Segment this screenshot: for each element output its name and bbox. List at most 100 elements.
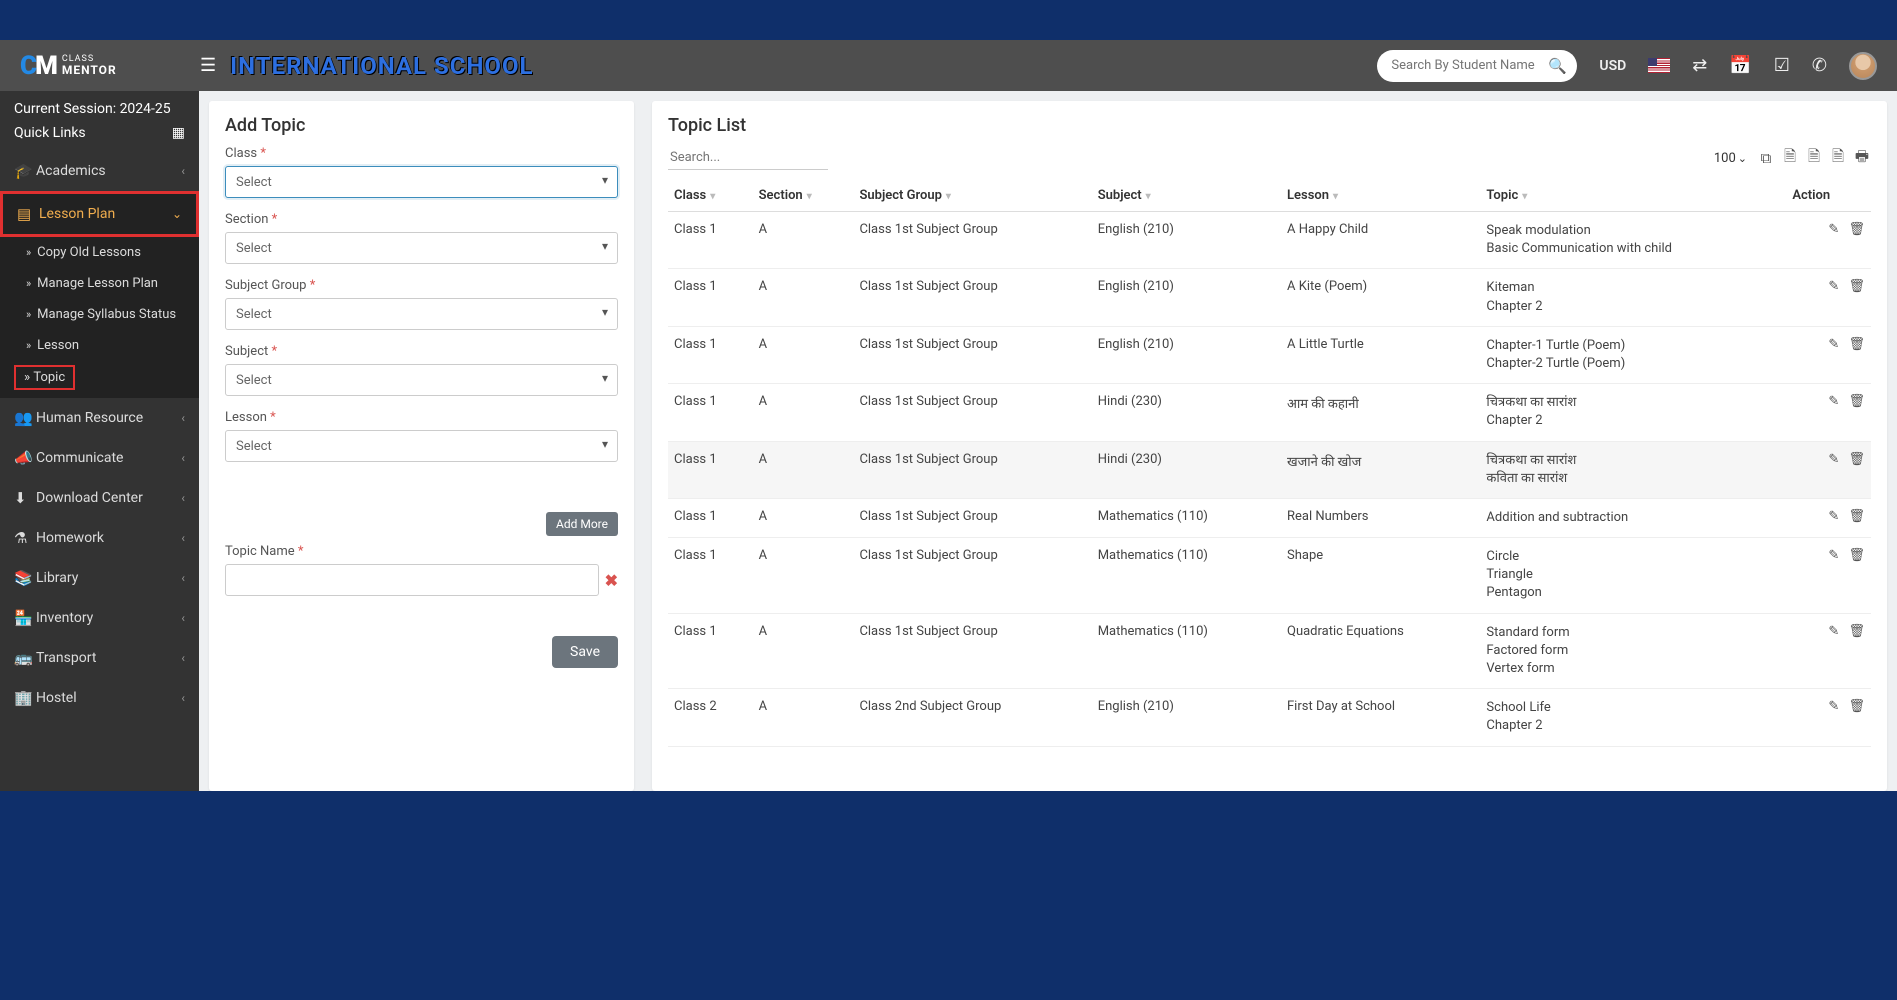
submenu-manage-syllabus-status[interactable]: »Manage Syllabus Status [0, 299, 199, 330]
edit-icon[interactable]: ✎ [1828, 279, 1839, 294]
chevron-left-icon: ‹ [181, 691, 185, 705]
remove-topic-icon[interactable]: ✖ [605, 571, 618, 590]
col-class[interactable]: Class▾ [668, 180, 753, 212]
task-check-icon[interactable]: ☑ [1774, 55, 1790, 76]
download-icon: ⬇ [14, 489, 36, 507]
sidebar-item-library[interactable]: 📚Library‹ [0, 558, 199, 598]
school-name: INTERNATIONAL SCHOOL [230, 52, 533, 80]
delete-icon[interactable]: 🗑 [1848, 509, 1865, 524]
edit-icon[interactable]: ✎ [1828, 452, 1839, 467]
sidebar-item-lesson-plan[interactable]: ▤ Lesson Plan ⌄ [3, 194, 196, 234]
session-label: Current Session: 2024-25 [0, 91, 199, 121]
flask-icon: ⚗ [14, 529, 36, 547]
sidebar: Current Session: 2024-25 Quick Links ▦ 🎓… [0, 91, 199, 791]
sidebar-item-communicate[interactable]: 📣Communicate‹ [0, 438, 199, 478]
table-row: Class 1 A Class 1st Subject Group Mathem… [668, 613, 1871, 689]
subject-group-select[interactable]: Select [225, 298, 618, 330]
transfer-icon[interactable]: ⇄ [1692, 55, 1707, 76]
delete-icon[interactable]: 🗑 [1848, 279, 1865, 294]
people-icon: 👥 [14, 409, 36, 427]
logo[interactable]: CM CLASS MENTOR [20, 51, 200, 81]
search-icon[interactable]: 🔍 [1545, 54, 1569, 78]
book-icon: 📚 [14, 569, 36, 587]
topic-list-title: Topic List [652, 101, 1887, 146]
col-topic[interactable]: Topic▾ [1480, 180, 1786, 212]
chevron-left-icon: ‹ [181, 611, 185, 625]
col-lesson[interactable]: Lesson▾ [1281, 180, 1480, 212]
edit-icon[interactable]: ✎ [1828, 222, 1839, 237]
table-row: Class 1 A Class 1st Subject Group Mathem… [668, 538, 1871, 614]
save-button[interactable]: Save [552, 636, 618, 668]
csv-export-icon[interactable]: 🗎 [1805, 149, 1823, 167]
section-label: Section * [225, 212, 618, 227]
double-chevron-icon: » [26, 339, 31, 352]
submenu-manage-lesson-plan[interactable]: »Manage Lesson Plan [0, 268, 199, 299]
excel-export-icon[interactable]: 🗎 [1781, 149, 1799, 167]
topic-name-input[interactable] [225, 564, 599, 596]
page-size-selector[interactable]: 100 ⌄ [1714, 151, 1747, 166]
edit-icon[interactable]: ✎ [1828, 624, 1839, 639]
sidebar-item-human-resource[interactable]: 👥Human Resource‹ [0, 398, 199, 438]
sidebar-item-academics[interactable]: 🎓 Academics ‹ [0, 151, 199, 191]
submenu-lesson[interactable]: »Lesson [0, 330, 199, 361]
section-select[interactable]: Select [225, 232, 618, 264]
delete-icon[interactable]: 🗑 [1848, 624, 1865, 639]
sidebar-item-inventory[interactable]: 🏪Inventory‹ [0, 598, 199, 638]
locale-flag-icon[interactable] [1648, 58, 1670, 73]
sidebar-item-transport[interactable]: 🚌Transport‹ [0, 638, 199, 678]
subject-group-label: Subject Group * [225, 278, 618, 293]
student-search[interactable]: 🔍 [1377, 50, 1577, 82]
submenu-topic[interactable]: » Topic [14, 365, 75, 390]
quick-links[interactable]: Quick Links ▦ [0, 121, 199, 151]
table-row: Class 1 A Class 1st Subject Group Englis… [668, 326, 1871, 383]
bus-icon: 🚌 [14, 649, 36, 667]
copy-icon[interactable]: ⧉ [1757, 149, 1775, 167]
add-more-button[interactable]: Add More [546, 512, 618, 536]
hamburger-icon[interactable]: ☰ [200, 55, 216, 76]
print-icon[interactable]: 🖶 [1853, 149, 1871, 167]
building-icon: 🏢 [14, 689, 36, 707]
sidebar-item-hostel[interactable]: 🏢Hostel‹ [0, 678, 199, 718]
subject-select[interactable]: Select [225, 364, 618, 396]
edit-icon[interactable]: ✎ [1828, 337, 1839, 352]
user-avatar[interactable] [1849, 52, 1877, 80]
list-icon: ▤ [17, 205, 39, 223]
sidebar-item-download-center[interactable]: ⬇Download Center‹ [0, 478, 199, 518]
calendar-icon[interactable]: 📅 [1729, 55, 1751, 76]
table-row: Class 1 A Class 1st Subject Group Hindi … [668, 441, 1871, 498]
edit-icon[interactable]: ✎ [1828, 548, 1839, 563]
currency-selector[interactable]: USD [1599, 58, 1626, 74]
content-area: Add Topic Class * Select Section * Selec… [199, 91, 1897, 791]
chevron-left-icon: ‹ [181, 651, 185, 665]
col-subject[interactable]: Subject▾ [1092, 180, 1281, 212]
whatsapp-icon[interactable]: ✆ [1812, 55, 1827, 76]
lesson-select[interactable]: Select [225, 430, 618, 462]
class-select[interactable]: Select [225, 166, 618, 198]
col-section[interactable]: Section▾ [753, 180, 854, 212]
class-label: Class * [225, 146, 618, 161]
grid-icon[interactable]: ▦ [172, 125, 185, 141]
col-subject-group[interactable]: Subject Group▾ [853, 180, 1091, 212]
delete-icon[interactable]: 🗑 [1848, 337, 1865, 352]
delete-icon[interactable]: 🗑 [1848, 699, 1865, 714]
add-topic-panel: Add Topic Class * Select Section * Selec… [209, 101, 634, 791]
sidebar-item-homework[interactable]: ⚗Homework‹ [0, 518, 199, 558]
double-chevron-icon: » [26, 308, 31, 321]
delete-icon[interactable]: 🗑 [1848, 222, 1865, 237]
edit-icon[interactable]: ✎ [1828, 509, 1839, 524]
megaphone-icon: 📣 [14, 449, 36, 467]
list-search-input[interactable] [668, 146, 828, 170]
delete-icon[interactable]: 🗑 [1848, 394, 1865, 409]
bottom-navy-bar [0, 791, 1897, 1000]
graduation-cap-icon: 🎓 [14, 162, 36, 180]
delete-icon[interactable]: 🗑 [1848, 452, 1865, 467]
edit-icon[interactable]: ✎ [1828, 699, 1839, 714]
top-navy-bar [0, 0, 1897, 40]
table-row: Class 1 A Class 1st Subject Group Hindi … [668, 384, 1871, 441]
delete-icon[interactable]: 🗑 [1848, 548, 1865, 563]
pdf-export-icon[interactable]: 🗎 [1829, 149, 1847, 167]
edit-icon[interactable]: ✎ [1828, 394, 1839, 409]
table-row: Class 1 A Class 1st Subject Group Mathem… [668, 498, 1871, 537]
topic-table: Class▾ Section▾ Subject Group▾ Subject▾ … [668, 180, 1871, 747]
submenu-copy-old-lessons[interactable]: »Copy Old Lessons [0, 237, 199, 268]
